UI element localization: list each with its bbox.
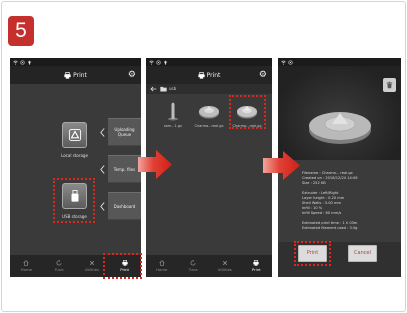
utilities-icon (222, 261, 227, 266)
network-status-icon (20, 59, 25, 65)
file-info-line: Infill Speed : 60 mm/s (302, 211, 342, 216)
file-info-text: Filename : Charma... real.gx Created on … (302, 171, 358, 235)
screen-header: Print ⚙ (10, 66, 141, 84)
header-title: Print (73, 71, 87, 79)
chevron-left-icon[interactable] (100, 164, 105, 174)
nav-label: Print (251, 266, 261, 272)
file-info-line: Size : 252 KB (302, 181, 326, 186)
header-title: Print (206, 71, 221, 79)
header-title-group: Print (146, 66, 272, 84)
nav-label: Tune (188, 266, 198, 272)
wifi-status-icon (281, 60, 286, 65)
chevron-left-icon[interactable] (100, 127, 105, 137)
nav-item-tune[interactable]: Tune (178, 255, 210, 277)
nav-item-print[interactable]: Print (241, 255, 273, 277)
chevron-left-icon[interactable] (100, 201, 105, 211)
nav-item-home[interactable]: Home (146, 255, 178, 277)
model-preview-icon (309, 112, 371, 144)
nav-item-home[interactable]: Home (10, 255, 43, 277)
print-icon (253, 260, 259, 266)
side-menu-uploading-queue[interactable]: Uploading Queue (108, 118, 141, 146)
file-info-line: Estimated filament used : 3.5g (302, 225, 358, 230)
nav-item-tune[interactable]: Tune (43, 255, 76, 277)
home-icon (159, 260, 165, 266)
network-status-icon (288, 59, 293, 65)
cancel-button[interactable]: Cancel (348, 245, 377, 262)
print-storage-screen: Print ⚙ Local storage USB storage Upload… (10, 58, 141, 277)
print-settings: Extruder : Left/Right Layer height : 0.2… (302, 191, 358, 217)
file-details: Filename : Charma... real.gx Created on … (302, 171, 358, 187)
highlight-usb-storage (53, 178, 95, 223)
local-storage-label: Local storage (61, 153, 88, 158)
file-name: sam...1.gx (163, 124, 183, 128)
model-preview (278, 66, 401, 160)
nav-label: Utilities (217, 266, 232, 272)
storage-panel: Local storage USB storage Uploading Queu… (10, 84, 141, 255)
arrow-right-icon (263, 151, 300, 180)
upload-status-icon (27, 60, 32, 64)
gear-icon[interactable]: ⚙ (259, 69, 267, 81)
file-item[interactable]: Charma...real.gx (191, 94, 227, 134)
nav-label: Tune (54, 266, 64, 272)
local-storage-button[interactable] (62, 122, 87, 148)
utilities-icon (89, 261, 94, 266)
delete-file-button[interactable] (383, 78, 396, 92)
nav-label: Utilities (84, 266, 100, 272)
printer-icon (64, 71, 71, 79)
nav-label: Home (156, 266, 168, 272)
file-name: Charma...real.gx (194, 124, 224, 128)
upload-status-icon (163, 60, 168, 64)
side-menu-temp-files[interactable]: Temp. files (108, 155, 141, 183)
nav-label: Home (20, 266, 32, 272)
header-title-group: Print (10, 66, 141, 84)
local-storage-icon (68, 128, 81, 142)
printer-icon (197, 71, 205, 79)
gear-icon[interactable]: ⚙ (128, 69, 136, 81)
status-bar (278, 58, 401, 66)
side-menu-dashboard[interactable]: Dashboard (108, 192, 141, 220)
file-item[interactable]: sam...1.gx (155, 94, 191, 134)
status-bar (10, 58, 141, 66)
tune-icon (190, 260, 196, 266)
breadcrumb-path: usb (169, 86, 177, 91)
screen-header: Print ⚙ (146, 66, 272, 84)
breadcrumb: usb (146, 84, 272, 94)
arrow-right-icon (138, 150, 172, 179)
step-number-badge: 5 (8, 16, 34, 46)
wifi-status-icon (13, 60, 18, 65)
folder-icon (160, 86, 167, 92)
print-estimates: Estimated print time : 1 h 03m Estimated… (302, 221, 358, 231)
nav-item-utilities[interactable]: Utilities (209, 255, 241, 277)
highlight-nav-print (103, 253, 142, 279)
home-icon (23, 260, 30, 266)
back-arrow-icon[interactable] (150, 86, 157, 92)
tune-icon (56, 260, 62, 266)
model-thumbnail-icon (168, 102, 178, 121)
trash-icon (386, 81, 393, 89)
network-status-icon (156, 59, 161, 65)
wifi-status-icon (149, 60, 154, 65)
highlight-selected-file (229, 95, 266, 129)
bottom-nav: Home Tune Utilities Print (146, 255, 272, 277)
status-bar (146, 58, 272, 66)
highlight-print-button (294, 241, 331, 266)
model-thumbnail-icon (199, 106, 219, 119)
